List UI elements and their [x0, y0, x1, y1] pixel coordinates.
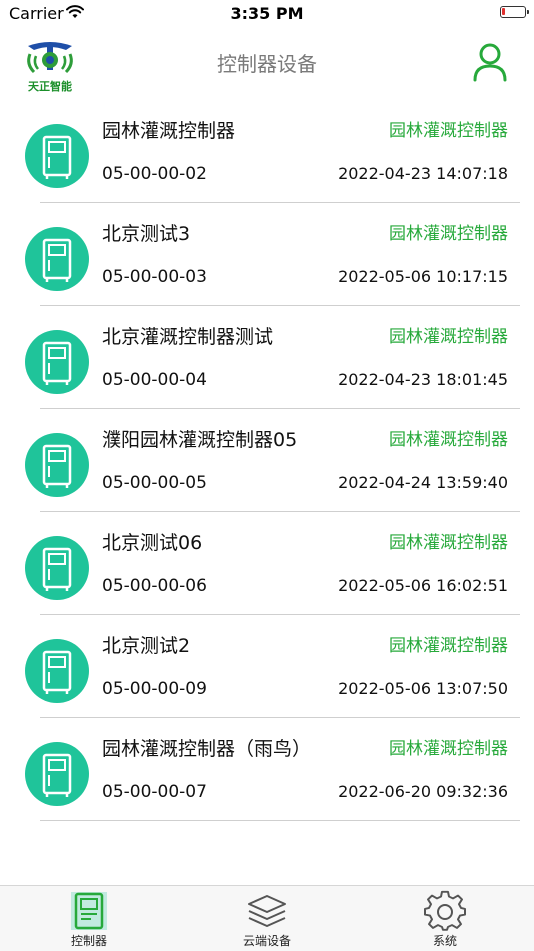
device-timestamp: 2022-05-06 16:02:51	[338, 576, 508, 595]
device-type: 园林灌溉控制器	[389, 327, 508, 347]
gear-icon	[424, 890, 466, 931]
controller-device-icon	[25, 124, 89, 188]
controller-icon	[71, 892, 107, 930]
device-row[interactable]: 北京测试3 园林灌溉控制器 05-00-00-03 2022-05-06 10:…	[0, 203, 534, 306]
device-name: 北京灌溉控制器测试	[102, 326, 274, 348]
device-type: 园林灌溉控制器	[389, 533, 508, 553]
device-name: 北京测试06	[102, 532, 203, 554]
controller-device-icon	[25, 639, 89, 703]
device-name: 园林灌溉控制器	[102, 120, 236, 142]
tab-label: 云端设备	[242, 934, 291, 948]
device-timestamp: 2022-04-23 14:07:18	[338, 164, 508, 183]
row-divider	[40, 820, 520, 821]
controller-device-icon	[25, 330, 89, 394]
device-name: 北京测试3	[102, 223, 191, 245]
battery-level	[502, 8, 505, 15]
device-row[interactable]: 园林灌溉控制器 园林灌溉控制器 05-00-00-02 2022-04-23 1…	[0, 100, 534, 203]
device-name: 园林灌溉控制器（雨鸟）	[102, 738, 312, 760]
device-id: 05-00-00-07	[102, 782, 207, 802]
controller-device-icon	[25, 227, 89, 291]
device-timestamp: 2022-06-20 09:32:36	[338, 782, 508, 801]
device-timestamp: 2022-05-06 13:07:50	[338, 679, 508, 698]
controller-device-icon	[25, 433, 89, 497]
battery-icon	[500, 6, 529, 18]
device-timestamp: 2022-04-23 18:01:45	[338, 370, 508, 389]
tab-bar: 控制器 云端设备 系统	[0, 885, 534, 951]
status-bar: Carrier 3:35 PM	[0, 0, 534, 28]
status-time: 3:35 PM	[230, 4, 304, 23]
layers-icon	[248, 895, 286, 927]
device-type: 园林灌溉控制器	[389, 121, 508, 141]
device-type: 园林灌溉控制器	[389, 636, 508, 656]
device-row[interactable]: 园林灌溉控制器（雨鸟） 园林灌溉控制器 05-00-00-07 2022-06-…	[0, 718, 534, 821]
device-type: 园林灌溉控制器	[389, 224, 508, 244]
device-type: 园林灌溉控制器	[389, 739, 508, 759]
device-row[interactable]: 濮阳园林灌溉控制器05 园林灌溉控制器 05-00-00-05 2022-04-…	[0, 409, 534, 512]
tab-label: 控制器	[70, 934, 107, 948]
controller-device-icon	[25, 742, 89, 806]
device-type: 园林灌溉控制器	[389, 430, 508, 450]
device-id: 05-00-00-09	[102, 679, 207, 699]
device-id: 05-00-00-05	[102, 473, 207, 493]
device-id: 05-00-00-04	[102, 370, 207, 390]
page-title: 控制器设备	[217, 52, 317, 76]
device-row[interactable]: 北京灌溉控制器测试 园林灌溉控制器 05-00-00-04 2022-04-23…	[0, 306, 534, 409]
device-list: 园林灌溉控制器 园林灌溉控制器 05-00-00-02 2022-04-23 1…	[0, 100, 534, 821]
nav-header: 天正智能 控制器设备	[0, 28, 534, 100]
tab-label: 系统	[432, 934, 457, 948]
device-name: 北京测试2	[102, 635, 191, 657]
device-id: 05-00-00-02	[102, 164, 207, 184]
device-id: 05-00-00-03	[102, 267, 207, 287]
device-timestamp: 2022-04-24 13:59:40	[338, 473, 508, 492]
device-row[interactable]: 北京测试2 园林灌溉控制器 05-00-00-09 2022-05-06 13:…	[0, 615, 534, 718]
logo-text: 天正智能	[28, 80, 72, 93]
controller-device-icon	[25, 536, 89, 600]
device-name: 濮阳园林灌溉控制器05	[102, 429, 298, 451]
user-icon[interactable]	[472, 42, 508, 82]
tab-cloud-devices[interactable]: 云端设备	[178, 886, 356, 951]
device-row[interactable]: 北京测试06 园林灌溉控制器 05-00-00-06 2022-05-06 16…	[0, 512, 534, 615]
tab-system[interactable]: 系统	[356, 886, 534, 951]
tab-controller[interactable]: 控制器	[0, 886, 178, 951]
device-id: 05-00-00-06	[102, 576, 207, 596]
device-timestamp: 2022-05-06 10:17:15	[338, 267, 508, 286]
